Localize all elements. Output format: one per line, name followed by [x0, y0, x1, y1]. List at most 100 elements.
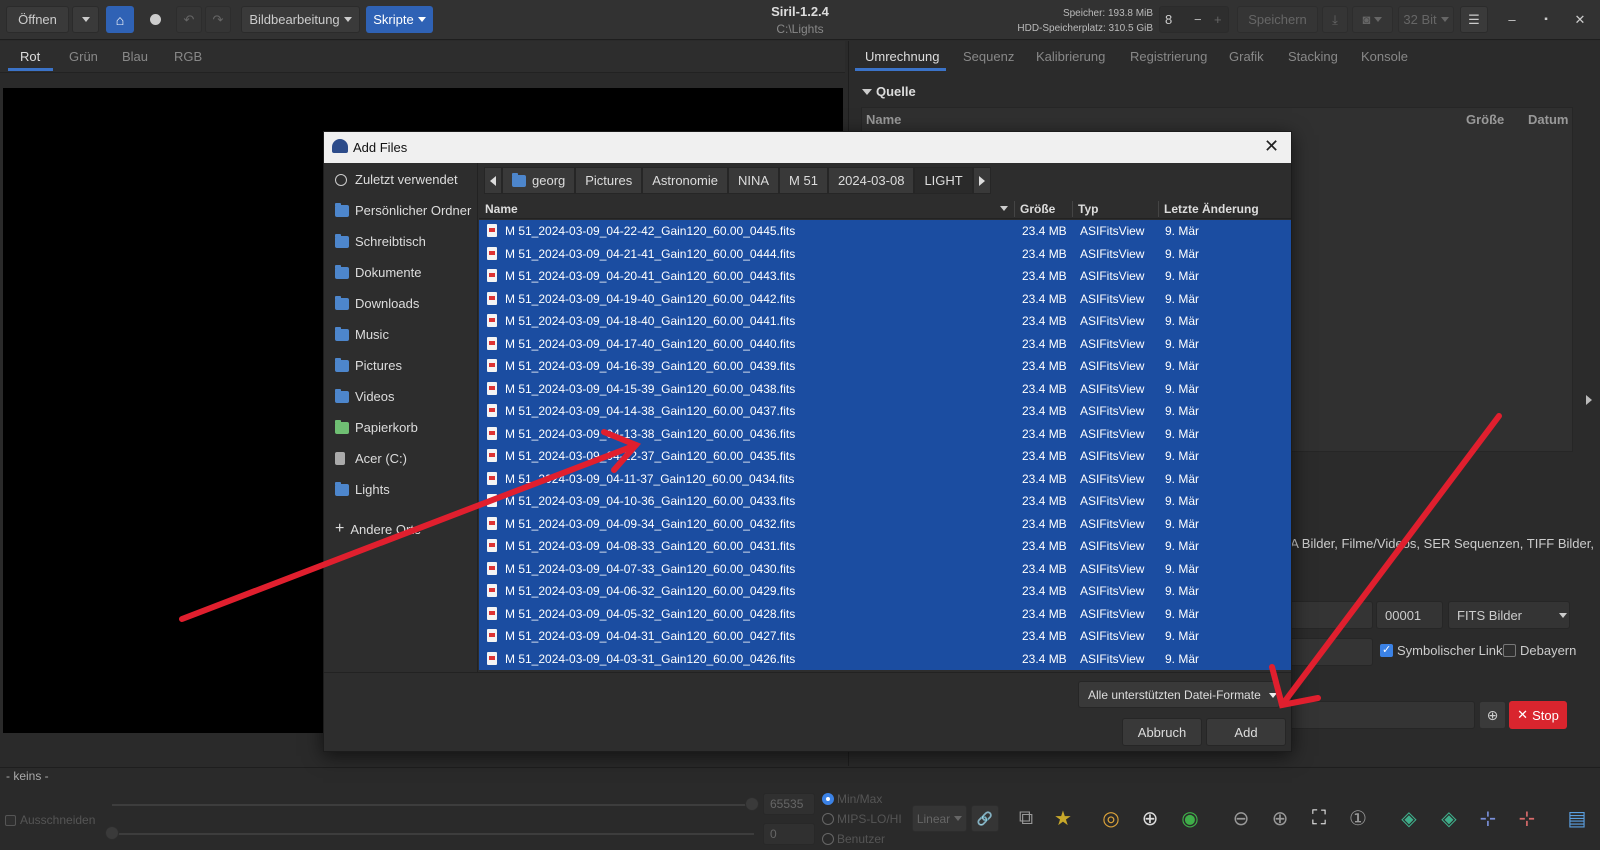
tab-conversion[interactable]: Umrechnung [865, 49, 939, 64]
table-row[interactable]: M 51_2024-03-09_04-03-31_Gain120_60.00_0… [479, 648, 1291, 670]
col-modified[interactable]: Letzte Änderung [1164, 202, 1259, 216]
place-lights[interactable]: Lights [335, 481, 390, 497]
table-row[interactable]: M 51_2024-03-09_04-11-37_Gain120_60.00_0… [479, 468, 1291, 490]
zoom-fit-icon[interactable]: ⛶ [1304, 803, 1334, 833]
col-size[interactable]: Größe [1020, 202, 1055, 216]
col-size[interactable]: Größe [1466, 112, 1504, 127]
min-value-input[interactable]: 0 [763, 823, 815, 845]
cancel-button[interactable]: Abbruch [1122, 718, 1202, 746]
redo-button[interactable]: ↷ [205, 6, 231, 33]
threads-spinner[interactable]: 8 − + [1159, 6, 1229, 33]
col-type[interactable]: Typ [1078, 202, 1098, 216]
tab-blue[interactable]: Blau [122, 49, 148, 64]
path-segment-astronomie[interactable]: Astronomie [642, 167, 728, 194]
place-music[interactable]: Music [335, 326, 389, 342]
close-window-button[interactable]: ✕ [1568, 6, 1592, 33]
photometry-icon[interactable]: ◎ [1096, 803, 1126, 833]
rgb-compose-icon[interactable]: ⊹ [1512, 803, 1542, 833]
tab-stacking[interactable]: Stacking [1288, 49, 1338, 64]
save-as-button[interactable]: ⤓ [1322, 6, 1348, 33]
table-row[interactable]: M 51_2024-03-09_04-05-32_Gain120_60.00_0… [479, 603, 1291, 625]
table-row[interactable]: M 51_2024-03-09_04-20-41_Gain120_60.00_0… [479, 265, 1291, 287]
table-row[interactable]: M 51_2024-03-09_04-09-34_Gain120_60.00_0… [479, 513, 1291, 535]
histogram-icon[interactable]: ⧉ [1011, 803, 1041, 833]
max-slider[interactable] [112, 804, 754, 806]
place-documents[interactable]: Dokumente [335, 264, 421, 280]
table-row[interactable]: M 51_2024-03-09_04-17-40_Gain120_60.00_0… [479, 333, 1291, 355]
convert-name-field[interactable] [1283, 701, 1475, 729]
path-segment-m51[interactable]: M 51 [779, 167, 828, 194]
table-row[interactable]: M 51_2024-03-09_04-21-41_Gain120_60.00_0… [479, 243, 1291, 265]
table-row[interactable]: M 51_2024-03-09_04-08-33_Gain120_60.00_0… [479, 535, 1291, 557]
max-value-input[interactable]: 65535 [763, 793, 815, 815]
col-date[interactable]: Datum [1528, 112, 1568, 127]
table-row[interactable]: M 51_2024-03-09_04-07-33_Gain120_60.00_0… [479, 558, 1291, 580]
flip-icon[interactable]: ◈ [1394, 803, 1424, 833]
minimize-button[interactable]: – [1500, 6, 1524, 33]
open-dropdown-button[interactable] [72, 6, 99, 33]
table-row[interactable]: M 51_2024-03-09_04-06-32_Gain120_60.00_0… [479, 580, 1291, 602]
place-other-locations[interactable]: + Andere Orte [335, 520, 421, 538]
col-name[interactable]: Name [485, 202, 518, 216]
place-recent[interactable]: Zuletzt verwendet [335, 172, 458, 187]
place-trash[interactable]: Papierkorb [335, 419, 418, 435]
main-menu-button[interactable]: ☰ [1460, 6, 1488, 33]
open-button[interactable]: Öffnen [6, 6, 69, 33]
table-row[interactable]: M 51_2024-03-09_04-10-36_Gain120_60.00_0… [479, 490, 1291, 512]
table-row[interactable]: M 51_2024-03-09_04-19-40_Gain120_60.00_0… [479, 288, 1291, 310]
zoom-out-icon[interactable]: ⊖ [1226, 803, 1256, 833]
scripts-menu[interactable]: Skripte [366, 6, 433, 33]
source-section[interactable]: Quelle [862, 84, 916, 99]
mirror-icon[interactable]: ◈ [1434, 803, 1464, 833]
file-type-filter[interactable]: Alle unterstützten Datei-Formate [1078, 681, 1280, 708]
path-segment-pictures[interactable]: Pictures [575, 167, 643, 194]
stretch-select[interactable]: Linear [912, 805, 967, 832]
table-row[interactable]: M 51_2024-03-09_04-12-37_Gain120_60.00_0… [479, 445, 1291, 467]
output-name-field[interactable] [1283, 601, 1373, 629]
tab-rgb[interactable]: RGB [174, 49, 202, 64]
radio-minmax[interactable]: Min/Max [822, 792, 882, 806]
table-row[interactable]: M 51_2024-03-09_04-14-38_Gain120_60.00_0… [479, 400, 1291, 422]
path-back-button[interactable] [484, 167, 502, 194]
table-row[interactable]: M 51_2024-03-09_04-13-38_Gain120_60.00_0… [479, 423, 1291, 445]
snapshot-button[interactable]: ◙ [1352, 6, 1393, 33]
place-pictures[interactable]: Pictures [335, 357, 402, 373]
globe-icon[interactable]: ⊕ [1135, 803, 1165, 833]
symlink-checkbox[interactable]: Symbolischer Link [1380, 643, 1503, 658]
place-videos[interactable]: Videos [335, 388, 395, 404]
radio-mips[interactable]: MIPS-LO/HI [822, 812, 902, 826]
place-desktop[interactable]: Schreibtisch [335, 233, 426, 249]
table-row[interactable]: M 51_2024-03-09_04-04-31_Gain120_60.00_0… [479, 625, 1291, 647]
save-button[interactable]: Speichern [1237, 6, 1318, 33]
rgb-align-icon[interactable]: ⊹ [1473, 803, 1503, 833]
max-slider-knob[interactable] [745, 797, 759, 811]
place-home[interactable]: Persönlicher Ordner [335, 202, 471, 218]
tab-calibration[interactable]: Kalibrierung [1036, 49, 1105, 64]
close-icon[interactable]: ✕ [1264, 136, 1279, 157]
path-segment-georg[interactable]: georg [502, 167, 576, 194]
path-segment-light[interactable]: LIGHT [914, 167, 973, 194]
col-name[interactable]: Name [866, 112, 901, 127]
table-row[interactable]: M 51_2024-03-09_04-18-40_Gain120_60.00_0… [479, 310, 1291, 332]
path-forward-button[interactable] [972, 167, 991, 194]
start-index-field[interactable]: 00001 [1376, 601, 1443, 629]
path-segment-nina[interactable]: NINA [727, 167, 780, 194]
place-drive-c[interactable]: Acer (C:) [335, 451, 407, 466]
tab-registration[interactable]: Registrierung [1130, 49, 1207, 64]
crop-checkbox[interactable]: Ausschneiden [5, 813, 95, 827]
stop-button[interactable]: ✕ Stop [1509, 701, 1567, 729]
min-slider-knob[interactable] [105, 826, 119, 840]
dialog-titlebar[interactable]: Add Files ✕ [324, 132, 1291, 163]
radio-user[interactable]: Benutzer [822, 832, 885, 846]
place-downloads[interactable]: Downloads [335, 295, 419, 311]
layers-icon[interactable]: ▤ [1562, 803, 1592, 833]
min-slider[interactable] [112, 833, 754, 835]
maximize-button[interactable]: ▪ [1534, 6, 1558, 33]
link-button[interactable]: 🔗 [971, 805, 999, 832]
table-row[interactable]: M 51_2024-03-09_04-16-39_Gain120_60.00_0… [479, 355, 1291, 377]
target-icon[interactable]: ◉ [1175, 803, 1205, 833]
tab-console[interactable]: Konsole [1361, 49, 1408, 64]
home-button[interactable]: ⌂ [106, 6, 134, 33]
table-row[interactable]: M 51_2024-03-09_04-15-39_Gain120_60.00_0… [479, 378, 1291, 400]
zoom-in-icon[interactable]: ⊕ [1265, 803, 1295, 833]
